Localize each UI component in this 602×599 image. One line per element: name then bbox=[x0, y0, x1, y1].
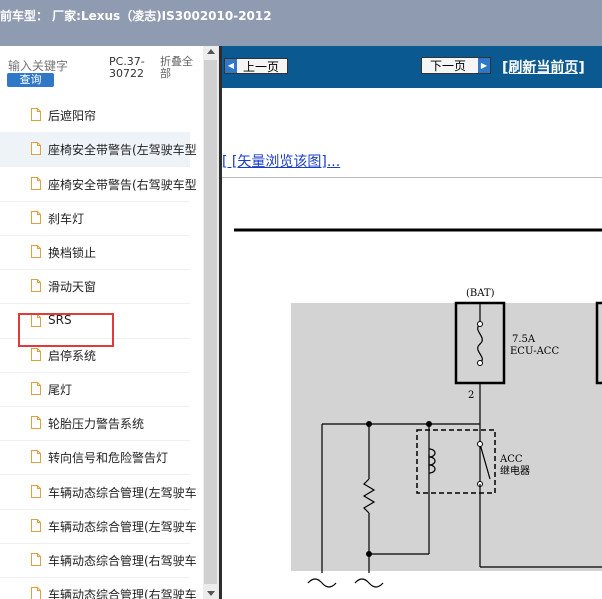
document-icon bbox=[31, 211, 41, 224]
search-input[interactable] bbox=[8, 58, 80, 74]
document-icon bbox=[31, 279, 41, 292]
tree-item-label: 尾灯 bbox=[48, 383, 73, 397]
tree-item[interactable]: 车辆动态综合管理(左驾驶车 bbox=[0, 509, 197, 544]
tree-item[interactable]: 转向信号和危险警告灯 bbox=[0, 440, 190, 475]
pin-number: 2 bbox=[468, 390, 474, 401]
tree-item[interactable]: 刹车灯 bbox=[0, 201, 190, 236]
tree-item[interactable]: 车辆动态综合管理(左驾驶车 bbox=[0, 475, 197, 510]
switch-pin-top bbox=[477, 441, 483, 447]
tree-item[interactable]: 车辆动态综合管理(右驾驶车 bbox=[0, 543, 197, 578]
tree-item-label: 轮胎压力警告系统 bbox=[48, 417, 145, 431]
document-icon bbox=[31, 553, 41, 566]
tree-item-label: 车辆动态综合管理(右驾驶车 bbox=[48, 588, 197, 599]
tree-item-label: 转向信号和危险警告灯 bbox=[48, 451, 169, 465]
relay-label-name: 继电器 bbox=[500, 464, 530, 477]
tree-item-label: 座椅安全带警告(右驾驶车型 bbox=[48, 178, 197, 192]
collapse-all-link[interactable]: 折叠全部 bbox=[160, 56, 200, 80]
document-icon bbox=[31, 587, 41, 599]
tree-item-label: 后遮阳帘 bbox=[48, 109, 97, 123]
fuse-pin-top bbox=[477, 321, 483, 327]
tree-item[interactable]: 座椅安全带警告(右驾驶车型 bbox=[0, 167, 197, 202]
tree-item-label: 车辆动态综合管理(左驾驶车 bbox=[48, 520, 197, 534]
tree-item[interactable]: 车辆动态综合管理(右驾驶车 bbox=[0, 577, 197, 599]
tree-item-label: 刹车灯 bbox=[48, 212, 85, 226]
title-bar: 前车型： 厂家:Lexus（凌志)IS3002010-2012 bbox=[0, 0, 602, 46]
search-button[interactable]: 查询 bbox=[7, 73, 54, 87]
document-icon bbox=[31, 108, 41, 121]
prev-page-label: 上一页 bbox=[243, 60, 280, 74]
tree-item-label: 启停系统 bbox=[48, 349, 97, 363]
document-icon bbox=[31, 450, 41, 463]
document-icon bbox=[31, 177, 41, 190]
junction-3 bbox=[426, 421, 432, 427]
document-icon bbox=[31, 348, 41, 361]
tree-item[interactable]: 座椅安全带警告(左驾驶车型 bbox=[0, 132, 197, 167]
fuse-pin-bottom bbox=[477, 360, 483, 366]
break-mark-right bbox=[354, 578, 384, 588]
tree-item[interactable]: 轮胎压力警告系统 bbox=[0, 406, 190, 441]
tree-item-label: 滑动天窗 bbox=[48, 280, 97, 294]
scrollbar-thumb[interactable] bbox=[204, 60, 217, 584]
document-icon bbox=[31, 142, 41, 155]
tree-item-label: 车辆动态综合管理(左驾驶车 bbox=[48, 486, 197, 500]
tree-item-label: 车辆动态综合管理(右驾驶车 bbox=[48, 554, 197, 568]
fuse-rating: 7.5A bbox=[512, 334, 536, 345]
next-page-button[interactable]: 下一页 ▶ bbox=[421, 57, 491, 74]
tree-item[interactable]: 滑动天窗 bbox=[0, 269, 190, 304]
pc-number-label: PC.37-30722 bbox=[109, 55, 145, 80]
vehicle-title: 前车型： 厂家:Lexus（凌志)IS3002010-2012 bbox=[0, 9, 272, 23]
document-icon bbox=[31, 245, 41, 258]
wiring-diagram[interactable]: (BAT) 7.5A ECU-ACC 2 ACC 继电器 bbox=[222, 179, 602, 599]
break-mark-left bbox=[307, 578, 337, 588]
tree-item[interactable]: 换档锁止 bbox=[0, 235, 190, 270]
document-icon bbox=[31, 485, 41, 498]
scroll-up-icon[interactable] bbox=[207, 49, 215, 54]
tree-item-label: 座椅安全带警告(左驾驶车型 bbox=[48, 143, 197, 157]
vector-view-link[interactable]: [ [矢量浏览该图]... bbox=[222, 151, 340, 171]
scroll-down-icon[interactable] bbox=[207, 591, 215, 596]
bat-label: (BAT) bbox=[466, 288, 495, 299]
prev-page-button[interactable]: ◀ 上一页 bbox=[224, 58, 288, 74]
arrow-left-icon: ◀ bbox=[225, 59, 237, 73]
fuse-name: ECU-ACC bbox=[510, 346, 559, 357]
refresh-page-link[interactable]: [刷新当前页] bbox=[502, 57, 585, 77]
document-icon bbox=[31, 519, 41, 532]
page-nav-bar: ◀ 上一页 下一页 ▶ [刷新当前页] bbox=[222, 46, 602, 88]
next-page-label: 下一页 bbox=[430, 59, 467, 73]
document-icon bbox=[31, 382, 41, 395]
document-icon bbox=[31, 416, 41, 429]
right-panel: ◀ 上一页 下一页 ▶ [刷新当前页] [ [矢量浏览该图]... (BAT) … bbox=[222, 46, 602, 599]
arrow-right-icon: ▶ bbox=[478, 58, 490, 73]
left-panel: 查询 PC.37-30722 折叠全部 后遮阳帘座椅安全带警告(左驾驶车型座椅安… bbox=[0, 46, 203, 599]
tree-item-label: 换档锁止 bbox=[48, 246, 97, 260]
left-scrollbar[interactable] bbox=[203, 46, 219, 599]
tree-item[interactable]: 后遮阳帘 bbox=[0, 98, 190, 133]
relay-label-acc: ACC bbox=[499, 454, 523, 465]
selection-highlight-box bbox=[18, 313, 114, 347]
tree-item[interactable]: 尾灯 bbox=[0, 372, 190, 407]
separator-line bbox=[222, 177, 602, 178]
diagram-background bbox=[291, 303, 602, 571]
